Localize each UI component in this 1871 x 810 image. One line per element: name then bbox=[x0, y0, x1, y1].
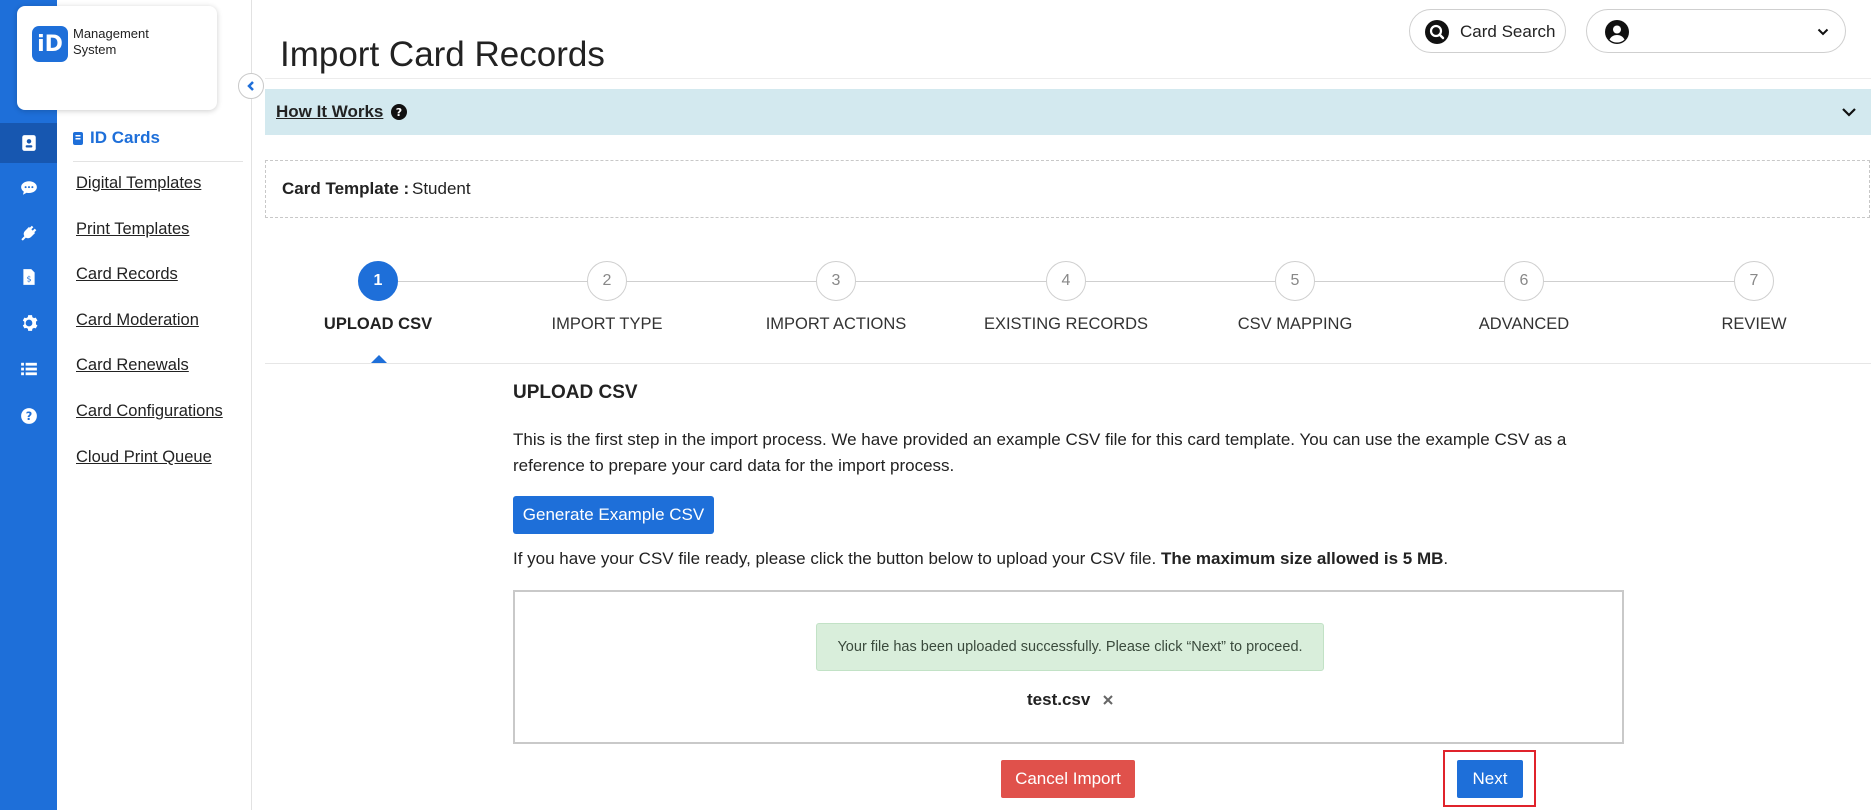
gear-icon bbox=[22, 315, 37, 331]
sidebar-title-label: ID Cards bbox=[90, 128, 160, 147]
svg-text:?: ? bbox=[25, 410, 32, 423]
sidebar-collapse-button[interactable] bbox=[238, 73, 264, 99]
cancel-import-button[interactable]: Cancel Import bbox=[1001, 760, 1135, 798]
header-divider bbox=[265, 78, 1871, 79]
card-template-info: Card Template : Student bbox=[265, 160, 1870, 218]
rail-billing[interactable]: $ bbox=[0, 257, 57, 297]
step-4-circle[interactable]: 4 bbox=[1046, 261, 1086, 301]
sidebar-item-card-moderation[interactable]: Card Moderation bbox=[76, 311, 199, 330]
how-it-works-toggle[interactable]: How It Works ? bbox=[265, 89, 1871, 135]
id-card-icon bbox=[21, 135, 36, 151]
step-5-circle[interactable]: 5 bbox=[1275, 261, 1315, 301]
step-6-label[interactable]: ADVANCED bbox=[1414, 315, 1634, 334]
uploaded-file-name: test.csv bbox=[1027, 690, 1091, 709]
upload-success-alert: Your file has been uploaded successfully… bbox=[816, 623, 1324, 671]
help-icon: ? bbox=[20, 408, 37, 424]
rail-id-cards[interactable] bbox=[0, 123, 66, 163]
question-circle-icon: ? bbox=[391, 104, 407, 120]
step-4-label[interactable]: EXISTING RECORDS bbox=[956, 315, 1176, 334]
id-card-icon bbox=[73, 131, 83, 145]
step-7-circle[interactable]: 7 bbox=[1734, 261, 1774, 301]
rail-integrations[interactable] bbox=[0, 213, 57, 253]
csv-upload-dropzone[interactable]: Your file has been uploaded successfully… bbox=[513, 590, 1624, 744]
upload-section-title: UPLOAD CSV bbox=[513, 382, 638, 403]
chat-icon bbox=[20, 181, 37, 195]
sidebar-item-card-configurations[interactable]: Card Configurations bbox=[76, 402, 223, 421]
step-1-label[interactable]: UPLOAD CSV bbox=[268, 315, 488, 334]
chevron-down-icon bbox=[1817, 28, 1829, 36]
step-5-label[interactable]: CSV MAPPING bbox=[1185, 315, 1405, 334]
sidebar-divider bbox=[73, 161, 243, 162]
rail-settings[interactable] bbox=[0, 303, 57, 343]
card-template-value: Student bbox=[412, 179, 471, 198]
user-avatar-icon bbox=[1605, 20, 1629, 44]
generate-example-csv-button[interactable]: Generate Example CSV bbox=[513, 496, 714, 534]
user-menu-select[interactable] bbox=[1586, 9, 1846, 53]
chevron-left-icon bbox=[247, 81, 254, 91]
step-3-label[interactable]: IMPORT ACTIONS bbox=[726, 315, 946, 334]
step-1-circle[interactable]: 1 bbox=[358, 261, 398, 301]
step-3-circle[interactable]: 3 bbox=[816, 261, 856, 301]
invoice-icon: $ bbox=[22, 269, 35, 285]
list-icon bbox=[20, 362, 37, 376]
search-icon bbox=[1425, 20, 1449, 44]
stepper-divider bbox=[265, 363, 1871, 364]
icon-rail: $ ? bbox=[0, 0, 66, 810]
upload-instructions-end: . bbox=[1443, 549, 1449, 568]
app-logo[interactable]: iD Management System bbox=[17, 6, 217, 110]
logo-text: Management System bbox=[73, 26, 149, 57]
step-2-label[interactable]: IMPORT TYPE bbox=[497, 315, 717, 334]
sidebar-item-cloud-print-queue[interactable]: Cloud Print Queue bbox=[76, 448, 212, 467]
rail-lists[interactable] bbox=[0, 349, 57, 389]
sidebar-item-card-records[interactable]: Card Records bbox=[76, 265, 178, 284]
remove-file-icon[interactable] bbox=[1100, 692, 1116, 708]
sidebar-item-digital-templates[interactable]: Digital Templates bbox=[76, 174, 201, 193]
sidebar-item-print-templates[interactable]: Print Templates bbox=[76, 220, 189, 239]
page-title: Import Card Records bbox=[280, 35, 605, 75]
rail-help[interactable]: ? bbox=[0, 396, 57, 436]
logo-mark: iD bbox=[32, 26, 68, 62]
sidebar-section-title: ID Cards bbox=[73, 128, 160, 148]
card-search-button[interactable]: Card Search bbox=[1409, 9, 1566, 53]
next-button[interactable]: Next bbox=[1457, 760, 1523, 798]
chevron-down-icon bbox=[1842, 108, 1856, 117]
svg-text:$: $ bbox=[26, 275, 31, 284]
max-size-note: The maximum size allowed is 5 MB bbox=[1160, 549, 1444, 568]
step-6-circle[interactable]: 6 bbox=[1504, 261, 1544, 301]
rail-messages[interactable] bbox=[0, 168, 57, 208]
upload-intro-text: This is the first step in the import pro… bbox=[513, 430, 1567, 475]
card-template-label: Card Template : bbox=[282, 179, 410, 198]
sidebar-item-card-renewals[interactable]: Card Renewals bbox=[76, 356, 189, 375]
upload-instructions: If you have your CSV file ready, please … bbox=[513, 549, 1448, 569]
svg-text:?: ? bbox=[396, 106, 402, 119]
how-it-works-label: How It Works bbox=[276, 102, 384, 121]
plug-icon bbox=[20, 225, 36, 241]
step-7-label[interactable]: REVIEW bbox=[1644, 315, 1864, 334]
card-search-label: Card Search bbox=[1460, 22, 1556, 41]
upload-instructions-text: If you have your CSV file ready, please … bbox=[513, 549, 1161, 568]
step-2-circle[interactable]: 2 bbox=[587, 261, 627, 301]
